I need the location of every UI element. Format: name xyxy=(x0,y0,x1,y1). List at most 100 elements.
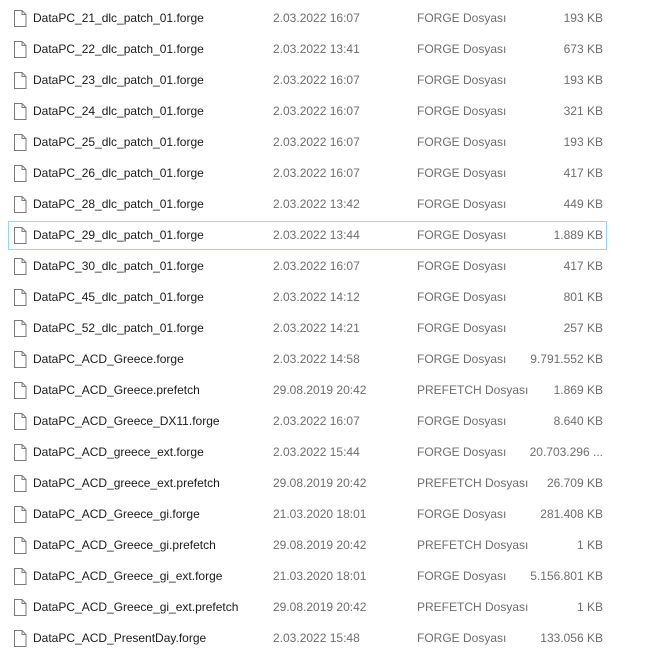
file-list: DataPC_21_dlc_patch_01.forge 2.03.2022 1… xyxy=(0,4,654,655)
file-row[interactable]: DataPC_23_dlc_patch_01.forge 2.03.2022 1… xyxy=(8,66,607,95)
file-date-modified: 2.03.2022 15:44 xyxy=(273,445,360,459)
file-type: FORGE Dosyası xyxy=(417,11,507,25)
file-size: 9.791.552 KB xyxy=(530,352,603,366)
file-icon xyxy=(13,134,27,151)
file-row[interactable]: DataPC_26_dlc_patch_01.forge 2.03.2022 1… xyxy=(8,159,607,188)
file-date-modified: 29.08.2019 20:42 xyxy=(273,383,367,397)
file-size: 673 KB xyxy=(563,42,603,56)
file-date-modified: 2.03.2022 16:07 xyxy=(273,414,360,428)
file-row[interactable]: DataPC_52_dlc_patch_01.forge 2.03.2022 1… xyxy=(8,314,607,343)
file-type: FORGE Dosyası xyxy=(417,352,507,366)
file-date-modified: 21.03.2020 18:01 xyxy=(273,507,367,521)
file-date-modified: 2.03.2022 13:44 xyxy=(273,228,360,242)
file-name: DataPC_52_dlc_patch_01.forge xyxy=(33,321,204,335)
file-type: FORGE Dosyası xyxy=(417,414,507,428)
file-name: DataPC_25_dlc_patch_01.forge xyxy=(33,135,204,149)
file-row[interactable]: DataPC_ACD_Greece.prefetch 29.08.2019 20… xyxy=(8,376,607,405)
file-type: FORGE Dosyası xyxy=(417,445,507,459)
file-type: FORGE Dosyası xyxy=(417,290,507,304)
file-name: DataPC_21_dlc_patch_01.forge xyxy=(33,11,204,25)
file-icon xyxy=(13,165,27,182)
file-date-modified: 2.03.2022 16:07 xyxy=(273,259,360,273)
file-icon xyxy=(13,196,27,213)
file-icon xyxy=(13,630,27,647)
file-icon xyxy=(13,382,27,399)
file-row[interactable]: DataPC_21_dlc_patch_01.forge 2.03.2022 1… xyxy=(8,4,607,33)
file-icon xyxy=(13,289,27,306)
file-row[interactable]: DataPC_ACD_Greece_gi_ext.prefetch 29.08.… xyxy=(8,593,607,622)
file-type: FORGE Dosyası xyxy=(417,135,507,149)
file-row[interactable]: DataPC_ACD_Greece_gi_ext.forge 21.03.202… xyxy=(8,562,607,591)
file-row[interactable]: DataPC_28_dlc_patch_01.forge 2.03.2022 1… xyxy=(8,190,607,219)
file-size: 1 KB xyxy=(576,600,603,614)
file-type: FORGE Dosyası xyxy=(417,166,507,180)
file-row[interactable]: DataPC_ACD_Greece_gi.prefetch 29.08.2019… xyxy=(8,531,607,560)
file-row[interactable]: DataPC_24_dlc_patch_01.forge 2.03.2022 1… xyxy=(8,97,607,126)
file-size: 449 KB xyxy=(563,197,603,211)
file-row[interactable]: DataPC_ACD_Greece_DX11.forge 2.03.2022 1… xyxy=(8,407,607,436)
file-size: 193 KB xyxy=(563,73,603,87)
file-type: PREFETCH Dosyası xyxy=(417,538,529,552)
file-icon xyxy=(13,41,27,58)
file-name: DataPC_ACD_Greece_gi.prefetch xyxy=(33,538,216,552)
file-icon xyxy=(13,10,27,27)
file-row[interactable]: DataPC_ACD_greece_ext.prefetch 29.08.201… xyxy=(8,469,607,498)
file-date-modified: 29.08.2019 20:42 xyxy=(273,538,367,552)
file-size: 417 KB xyxy=(563,166,603,180)
file-icon xyxy=(13,475,27,492)
file-type: FORGE Dosyası xyxy=(417,507,507,521)
file-name: DataPC_45_dlc_patch_01.forge xyxy=(33,290,204,304)
file-row[interactable]: DataPC_30_dlc_patch_01.forge 2.03.2022 1… xyxy=(8,252,607,281)
file-icon xyxy=(13,258,27,275)
file-date-modified: 29.08.2019 20:42 xyxy=(273,600,367,614)
file-name: DataPC_ACD_Greece_gi.forge xyxy=(33,507,200,521)
file-name: DataPC_ACD_greece_ext.prefetch xyxy=(33,476,220,490)
file-row[interactable]: DataPC_ACD_Greece.forge 2.03.2022 14:58 … xyxy=(8,345,607,374)
file-row[interactable]: DataPC_22_dlc_patch_01.forge 2.03.2022 1… xyxy=(8,35,607,64)
file-size: 133.056 KB xyxy=(540,631,603,645)
file-date-modified: 2.03.2022 13:41 xyxy=(273,42,360,56)
file-row[interactable]: DataPC_ACD_greece_ext.forge 2.03.2022 15… xyxy=(8,438,607,467)
file-size: 1.889 KB xyxy=(553,228,603,242)
file-type: FORGE Dosyası xyxy=(417,321,507,335)
file-type: FORGE Dosyası xyxy=(417,42,507,56)
file-size: 8.640 KB xyxy=(553,414,603,428)
file-type: FORGE Dosyası xyxy=(417,569,507,583)
file-date-modified: 2.03.2022 16:07 xyxy=(273,73,360,87)
file-row[interactable]: DataPC_ACD_Greece_gi.forge 21.03.2020 18… xyxy=(8,500,607,529)
file-icon xyxy=(13,320,27,337)
file-type: FORGE Dosyası xyxy=(417,259,507,273)
file-name: DataPC_28_dlc_patch_01.forge xyxy=(33,197,204,211)
file-row[interactable]: DataPC_29_dlc_patch_01.forge 2.03.2022 1… xyxy=(8,221,607,250)
file-icon xyxy=(13,506,27,523)
file-size: 1.869 KB xyxy=(553,383,603,397)
file-name: DataPC_ACD_PresentDay.forge xyxy=(33,631,207,645)
file-date-modified: 2.03.2022 16:07 xyxy=(273,11,360,25)
file-icon xyxy=(13,103,27,120)
file-icon xyxy=(13,568,27,585)
file-name: DataPC_24_dlc_patch_01.forge xyxy=(33,104,204,118)
file-icon xyxy=(13,351,27,368)
file-type: PREFETCH Dosyası xyxy=(417,383,529,397)
file-size: 26.709 KB xyxy=(546,476,603,490)
file-icon xyxy=(13,227,27,244)
file-icon xyxy=(13,599,27,616)
file-name: DataPC_ACD_Greece_gi_ext.forge xyxy=(33,569,223,583)
file-icon xyxy=(13,72,27,89)
file-date-modified: 2.03.2022 16:07 xyxy=(273,135,360,149)
file-name: DataPC_30_dlc_patch_01.forge xyxy=(33,259,204,273)
file-name: DataPC_29_dlc_patch_01.forge xyxy=(33,228,204,242)
file-type: FORGE Dosyası xyxy=(417,197,507,211)
file-name: DataPC_ACD_Greece.forge xyxy=(33,352,184,366)
file-row[interactable]: DataPC_45_dlc_patch_01.forge 2.03.2022 1… xyxy=(8,283,607,312)
file-type: FORGE Dosyası xyxy=(417,631,507,645)
file-date-modified: 2.03.2022 16:07 xyxy=(273,104,360,118)
file-size: 321 KB xyxy=(563,104,603,118)
file-row[interactable]: DataPC_ACD_PresentDay.forge 2.03.2022 15… xyxy=(8,624,607,653)
file-row[interactable]: DataPC_25_dlc_patch_01.forge 2.03.2022 1… xyxy=(8,128,607,157)
file-date-modified: 2.03.2022 14:12 xyxy=(273,290,360,304)
file-type: PREFETCH Dosyası xyxy=(417,476,529,490)
file-type: FORGE Dosyası xyxy=(417,228,507,242)
file-icon xyxy=(13,444,27,461)
file-size: 257 KB xyxy=(563,321,603,335)
